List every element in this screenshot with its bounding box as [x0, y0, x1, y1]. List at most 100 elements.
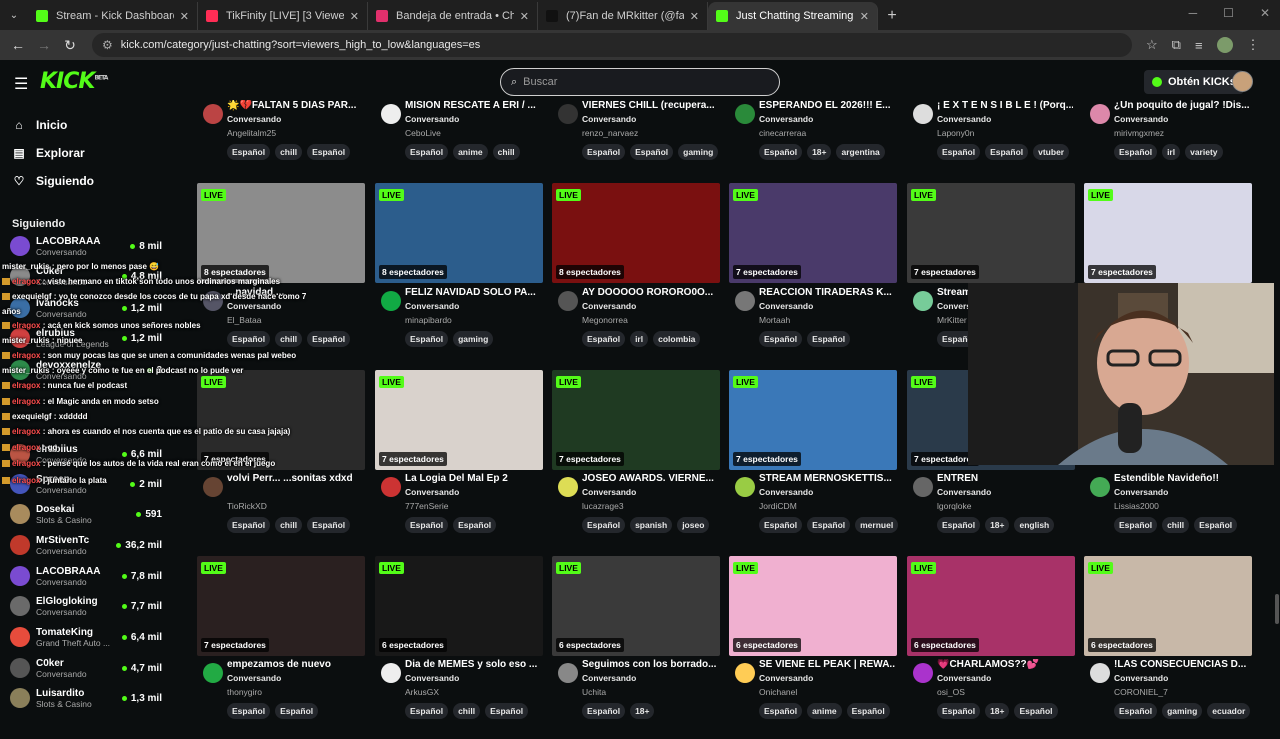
streamer-avatar[interactable] — [913, 291, 933, 311]
stream-category[interactable]: Conversando — [937, 673, 991, 683]
scrollbar-thumb[interactable] — [1275, 594, 1279, 624]
stream-title[interactable]: MISION RESCATE A ERI / ... — [405, 100, 541, 111]
stream-tag[interactable]: anime — [453, 144, 488, 160]
new-tab-button[interactable]: + — [878, 2, 906, 30]
stream-tag[interactable]: chill — [453, 703, 481, 719]
stream-tag[interactable]: Español — [985, 144, 1029, 160]
stream-thumbnail[interactable]: LIVE 6 espectadores — [729, 556, 897, 656]
streamer-avatar[interactable] — [735, 663, 755, 683]
stream-title[interactable]: SE VIENE EL PEAK | REWA... — [759, 659, 895, 670]
stream-tag[interactable]: Español — [1114, 703, 1158, 719]
following-channel[interactable]: ElGlogloking Conversando 7,7 mil — [10, 592, 162, 620]
stream-thumbnail[interactable]: LIVE 7 espectadores — [729, 370, 897, 470]
stream-tag[interactable]: spanish — [630, 517, 673, 533]
stream-thumbnail[interactable]: LIVE 6 espectadores — [552, 556, 720, 656]
stream-title[interactable]: volvi Perr... ...sonitas xdxd — [227, 473, 363, 484]
stream-tag[interactable]: Español — [275, 703, 319, 719]
following-channel[interactable]: Luisardito Slots & Casino 1,3 mil — [10, 684, 162, 712]
streamer-name[interactable]: TioRickXD — [227, 501, 267, 511]
stream-category[interactable]: Conversando — [405, 487, 459, 497]
browser-profile-avatar[interactable] — [1216, 37, 1233, 53]
stream-tag[interactable]: Español — [582, 517, 626, 533]
stream-thumbnail[interactable]: LIVE 8 espectadores — [552, 183, 720, 283]
streamer-name[interactable]: CORONIEL_7 — [1114, 687, 1168, 697]
stream-tag[interactable]: gaming — [453, 331, 494, 347]
stream-title[interactable]: VIERNES CHILL (recupera... — [582, 100, 718, 111]
stream-tag[interactable]: mernuel — [855, 517, 899, 533]
stream-thumbnail[interactable]: LIVE 6 espectadores — [1084, 556, 1252, 656]
stream-category[interactable]: Conversando — [405, 673, 459, 683]
streamer-avatar[interactable] — [203, 104, 223, 124]
stream-title[interactable]: Seguimos con los borrado... — [582, 659, 718, 670]
stream-tag[interactable]: vtuber — [1033, 144, 1070, 160]
site-info-icon[interactable]: ⚙ — [102, 38, 113, 52]
streamer-name[interactable]: CeboLive — [405, 128, 441, 138]
stream-tag[interactable]: chill — [275, 144, 303, 160]
browser-tab[interactable]: Bandeja de entrada • Chats✕ — [368, 2, 538, 30]
following-channel[interactable]: C0ker Conversando 4,7 mil — [10, 654, 162, 682]
streamer-avatar[interactable] — [735, 477, 755, 497]
streamer-avatar[interactable] — [558, 477, 578, 497]
streamer-avatar[interactable] — [913, 104, 933, 124]
streamer-avatar[interactable] — [381, 104, 401, 124]
streamer-avatar[interactable] — [913, 663, 933, 683]
streamer-avatar[interactable] — [913, 477, 933, 497]
stream-thumbnail[interactable]: LIVE 8 espectadores — [197, 183, 365, 283]
minimize-icon[interactable]: ─ — [1189, 6, 1198, 20]
streamer-name[interactable]: lgorqloke — [937, 501, 972, 511]
get-kicks-button[interactable]: Obtén KICKs — [1144, 70, 1244, 94]
stream-category[interactable]: Conversando — [1114, 487, 1168, 497]
close-tab-icon[interactable]: ✕ — [690, 10, 699, 23]
bookmark-star-icon[interactable]: ☆ — [1146, 37, 1158, 53]
browser-tab[interactable]: (7)Fan de MRkitter (@fandepe...✕ — [538, 2, 708, 30]
streamer-name[interactable]: Angelitalm25 — [227, 128, 276, 138]
close-tab-icon[interactable]: ✕ — [520, 10, 529, 23]
stream-tag[interactable]: Español — [307, 331, 351, 347]
stream-tag[interactable]: 18+ — [985, 517, 1010, 533]
stream-tag[interactable]: Español — [937, 703, 981, 719]
stream-tag[interactable]: irl — [1162, 144, 1181, 160]
stream-tag[interactable]: irl — [630, 331, 649, 347]
stream-tag[interactable]: Español — [630, 144, 674, 160]
stream-tag[interactable]: variety — [1185, 144, 1223, 160]
stream-tag[interactable]: Español — [227, 144, 271, 160]
stream-tag[interactable]: anime — [807, 703, 842, 719]
stream-tag[interactable]: Español — [405, 144, 449, 160]
nav-explore[interactable]: ▤ Explorar — [12, 146, 84, 160]
stream-tag[interactable]: Español — [759, 517, 803, 533]
stream-tag[interactable]: Español — [485, 703, 529, 719]
stream-tag[interactable]: chill — [275, 331, 303, 347]
streamer-name[interactable]: Megonorrea — [582, 315, 628, 325]
stream-tag[interactable]: gaming — [1162, 703, 1203, 719]
stream-tag[interactable]: Español — [227, 517, 271, 533]
streamer-avatar[interactable] — [1090, 477, 1110, 497]
stream-tag[interactable]: Español — [807, 331, 851, 347]
browser-menu-icon[interactable]: ⋮ — [1247, 37, 1260, 53]
stream-tag[interactable]: 18+ — [807, 144, 832, 160]
stream-title[interactable]: FELIZ NAVIDAD SOLO PA... — [405, 287, 541, 298]
stream-category[interactable]: Conversando — [582, 673, 636, 683]
search-input[interactable]: ⌕ Buscar — [500, 68, 780, 96]
stream-thumbnail[interactable]: LIVE 7 espectadores — [907, 183, 1075, 283]
browser-tab[interactable]: Stream - Kick Dashboard ✕ — [28, 2, 198, 30]
stream-tag[interactable]: Español — [582, 331, 626, 347]
stream-tag[interactable]: Español — [227, 331, 271, 347]
stream-title[interactable]: ¡ E X T E N S I B L E ! (Porq... — [937, 100, 1073, 111]
streamer-name[interactable]: osi_OS — [937, 687, 965, 697]
stream-category[interactable]: Conversando — [759, 301, 813, 311]
browser-tab[interactable]: TikFinity [LIVE] [3 Viewers] ✕ — [198, 2, 368, 30]
stream-tag[interactable]: Español — [807, 517, 851, 533]
stream-tag[interactable]: chill — [492, 144, 520, 160]
media-controls-icon[interactable]: ≡ — [1195, 38, 1203, 53]
stream-tag[interactable]: Español — [582, 144, 626, 160]
stream-tag[interactable]: Español — [759, 331, 803, 347]
stream-tag[interactable]: Español — [937, 144, 981, 160]
stream-category[interactable]: Conversando — [227, 301, 281, 311]
close-tab-icon[interactable]: ✕ — [350, 10, 359, 23]
close-tab-icon[interactable]: ✕ — [860, 10, 869, 23]
extensions-icon[interactable]: ⧉ — [1172, 37, 1181, 53]
stream-tag[interactable]: 18+ — [985, 703, 1010, 719]
streamer-name[interactable]: Uchita — [582, 687, 606, 697]
streamer-avatar[interactable] — [735, 291, 755, 311]
stream-tag[interactable]: Español — [307, 144, 351, 160]
